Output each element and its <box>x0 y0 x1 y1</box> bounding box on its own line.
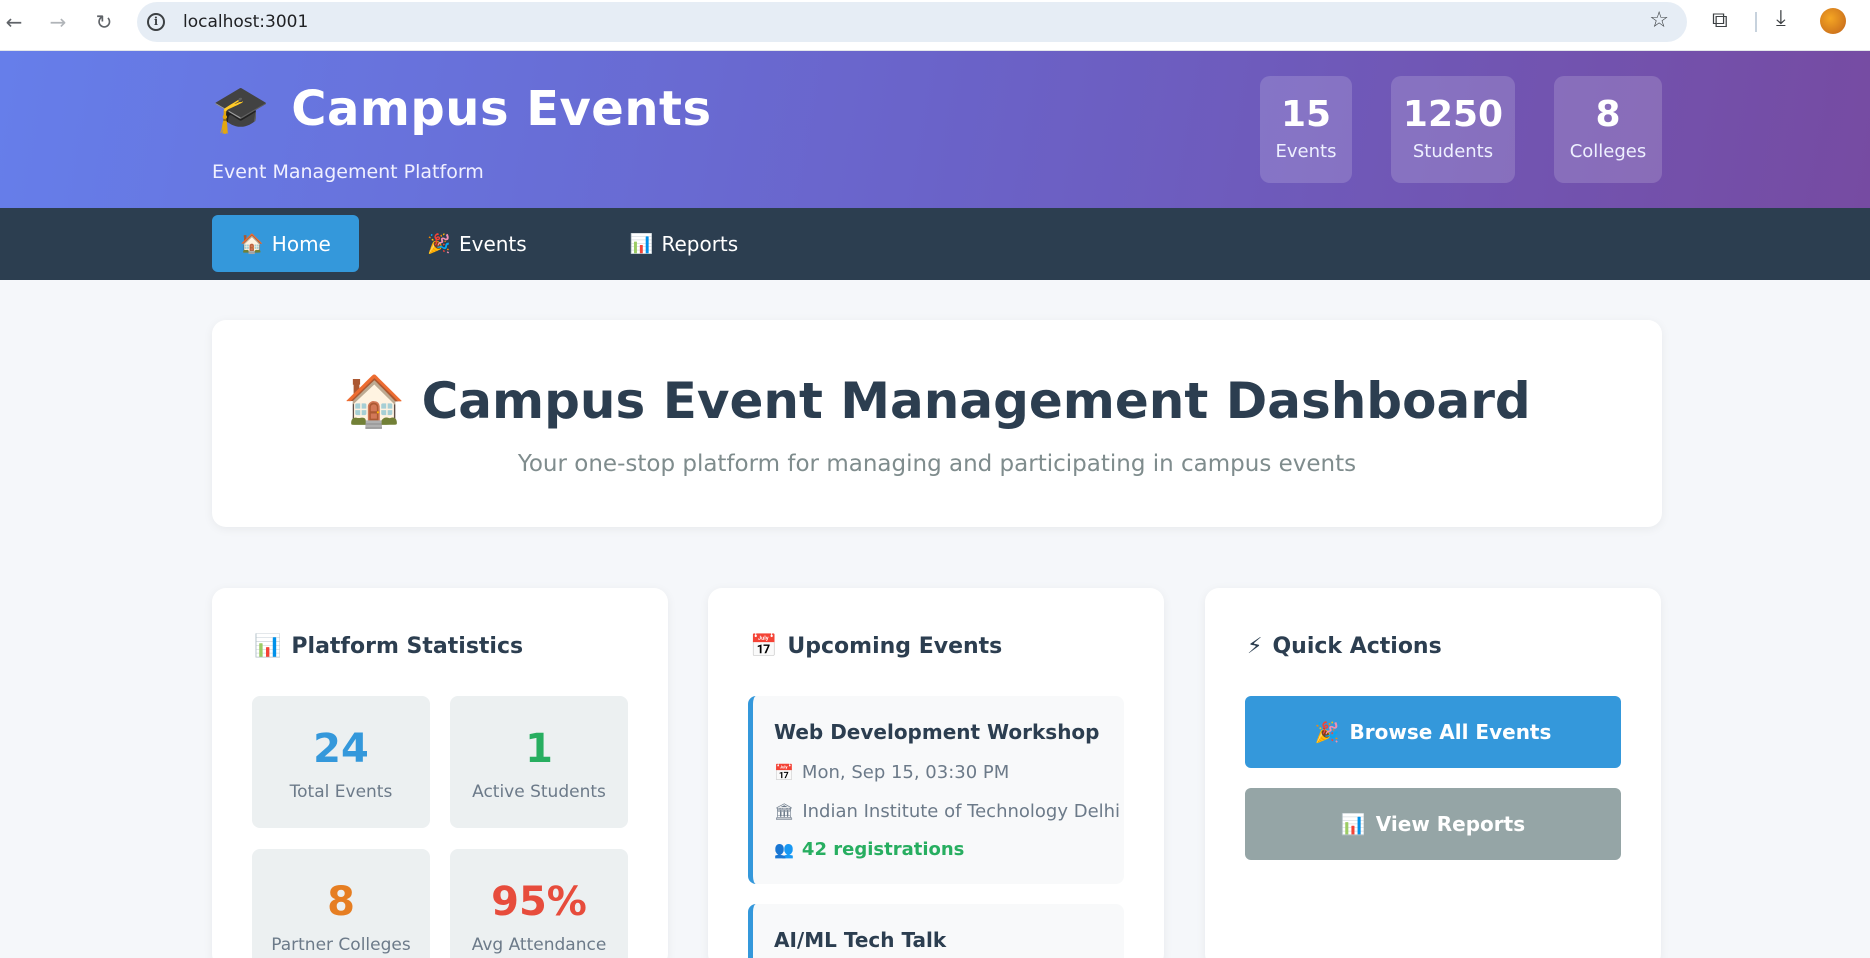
nav-label: Events <box>458 231 527 256</box>
site-info-icon[interactable]: i <box>147 13 165 31</box>
header-stat-colleges: 8 Colleges <box>1554 76 1662 183</box>
page-subtitle: Your one-stop platform for managing and … <box>517 451 1357 477</box>
star-icon[interactable]: ☆ <box>1649 8 1669 33</box>
bar-chart-icon: 📊 <box>254 634 282 659</box>
event-date-text: Mon, Sep 15, 03:30 PM <box>801 762 1010 783</box>
url-text[interactable]: localhost:3001 <box>183 12 308 32</box>
stat-total-events: 24 Total Events <box>252 696 430 828</box>
party-popper-icon: 🎉 <box>427 233 451 255</box>
extensions-icon[interactable]: ⧉ <box>1712 8 1728 33</box>
event-venue: 🏛 Indian Institute of Technology Delhi <box>774 801 1120 822</box>
header-stat-students: 1250 Students <box>1391 76 1515 183</box>
header-stat-value: 1250 <box>1402 94 1504 135</box>
stat-partner-colleges: 8 Partner Colleges <box>252 849 430 958</box>
browse-all-events-button[interactable]: 🎉 Browse All Events <box>1245 696 1621 768</box>
site-tagline: Event Management Platform <box>212 161 484 183</box>
event-venue-text: Indian Institute of Technology Delhi <box>802 801 1121 822</box>
platform-statistics-card: 📊 Platform Statistics 24 Total Events 1 … <box>212 588 668 958</box>
calendar-icon: 📅 <box>774 763 794 782</box>
header-stat-label: Colleges <box>1569 141 1647 162</box>
event-registrations: 👥 42 registrations <box>774 839 964 860</box>
card-title: 📊 Platform Statistics <box>254 634 523 659</box>
event-name: AI/ML Tech Talk <box>774 928 947 952</box>
reload-icon[interactable]: ↻ <box>90 8 118 36</box>
building-icon: 🏛 <box>774 802 795 821</box>
button-label: Browse All Events <box>1349 720 1552 744</box>
event-date: 📅 Mon, Sep 15, 03:30 PM <box>774 762 1009 783</box>
header-stat-label: Events <box>1275 141 1337 162</box>
back-arrow-icon[interactable]: ← <box>0 8 28 36</box>
event-name: Web Development Workshop <box>774 720 1100 744</box>
page-title: 🏠 Campus Event Management Dashboard <box>212 372 1662 431</box>
header-stat-events: 15 Events <box>1260 76 1352 183</box>
header-stat-value: 8 <box>1595 94 1621 135</box>
card-title-text: Quick Actions <box>1272 634 1442 659</box>
card-title: 📅 Upcoming Events <box>750 634 1002 659</box>
header-stat-value: 15 <box>1280 94 1332 135</box>
stat-label: Partner Colleges <box>271 935 411 955</box>
stat-value: 95% <box>491 879 587 925</box>
toolbar-divider <box>1755 12 1757 32</box>
stat-value: 1 <box>525 726 553 772</box>
stat-value: 24 <box>313 726 369 772</box>
party-popper-icon: 🎉 <box>1314 720 1340 744</box>
bar-chart-icon: 📊 <box>629 233 654 255</box>
nav-home[interactable]: 🏠 Home <box>212 215 359 272</box>
graduation-cap-icon: 🎓 <box>212 81 270 136</box>
card-title-text: Platform Statistics <box>291 634 524 659</box>
lightning-icon: ⚡ <box>1247 634 1263 659</box>
stat-label: Avg Attendance <box>471 935 607 955</box>
people-icon: 👥 <box>774 840 794 859</box>
house-icon: 🏠 <box>240 233 264 255</box>
nav-reports[interactable]: 📊 Reports <box>612 215 756 272</box>
page-title-text: Campus Event Management Dashboard <box>421 372 1531 430</box>
main-nav: 🏠 Home 🎉 Events 📊 Reports <box>0 208 1870 280</box>
stat-avg-attendance: 95% Avg Attendance <box>450 849 628 958</box>
site-title: Campus Events <box>291 81 712 137</box>
forward-arrow-icon[interactable]: → <box>44 8 72 36</box>
nav-events[interactable]: 🎉 Events <box>418 215 536 272</box>
event-item[interactable]: AI/ML Tech Talk <box>748 904 1124 958</box>
header-stat-label: Students <box>1412 141 1494 162</box>
nav-label: Home <box>271 231 331 256</box>
stat-label: Active Students <box>472 782 606 802</box>
stat-label: Total Events <box>289 782 393 802</box>
stat-active-students: 1 Active Students <box>450 696 628 828</box>
brand[interactable]: 🎓 Campus Events <box>212 81 712 137</box>
event-item[interactable]: Web Development Workshop 📅 Mon, Sep 15, … <box>748 696 1124 884</box>
upcoming-events-card: 📅 Upcoming Events Web Development Worksh… <box>708 588 1164 958</box>
calendar-icon: 📅 <box>750 634 778 659</box>
nav-label: Reports <box>661 231 739 256</box>
profile-avatar[interactable] <box>1820 8 1846 34</box>
view-reports-button[interactable]: 📊 View Reports <box>1245 788 1621 860</box>
card-title: ⚡ Quick Actions <box>1247 634 1442 659</box>
address-bar[interactable]: i localhost:3001 ☆ <box>137 2 1687 42</box>
stat-value: 8 <box>327 879 355 925</box>
event-registrations-text: 42 registrations <box>801 839 965 860</box>
card-title-text: Upcoming Events <box>787 634 1003 659</box>
house-icon: 🏠 <box>343 372 406 430</box>
browser-toolbar: ← → ↻ i localhost:3001 ☆ ⧉ ⤓ <box>0 0 1870 51</box>
dashboard-hero: 🏠 Campus Event Management Dashboard Your … <box>212 320 1662 527</box>
bar-chart-icon: 📊 <box>1340 812 1366 836</box>
button-label: View Reports <box>1375 812 1526 836</box>
site-header: 🎓 Campus Events Event Management Platfor… <box>0 51 1870 208</box>
quick-actions-card: ⚡ Quick Actions 🎉 Browse All Events 📊 Vi… <box>1205 588 1661 958</box>
download-icon[interactable]: ⤓ <box>1776 6 1786 31</box>
